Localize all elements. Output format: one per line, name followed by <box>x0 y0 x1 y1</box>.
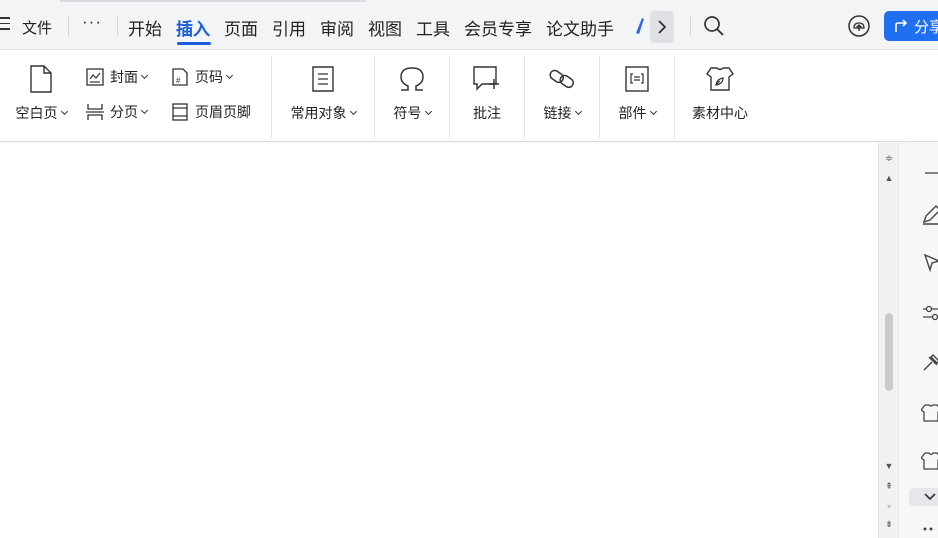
chevron-right-icon <box>658 20 667 34</box>
page-break-icon <box>86 104 104 120</box>
select-browse-object-icon[interactable]: ▫ <box>879 501 899 511</box>
side-panel-collapse-button[interactable] <box>909 488 938 506</box>
scroll-up-arrow-icon[interactable]: ▲ <box>879 173 899 183</box>
tab-review[interactable]: 审阅 <box>320 15 354 40</box>
parts-label: 部件 <box>618 105 647 121</box>
more-dots-icon[interactable] <box>921 525 938 538</box>
divider <box>271 56 272 138</box>
assets-shirt-icon[interactable] <box>920 403 938 423</box>
header-footer-icon <box>172 103 188 121</box>
hamburger-menu-icon[interactable] <box>0 17 10 31</box>
blank-page-icon <box>29 64 53 94</box>
edit-pen-icon[interactable] <box>921 205 938 225</box>
common-objects-label: 常用对象 <box>290 105 347 121</box>
share-label: 分享 <box>914 18 938 36</box>
assets-icon <box>705 64 735 94</box>
blank-page-button[interactable]: 空白页 <box>8 50 74 142</box>
assets-center-button[interactable]: 素材中心 <box>683 50 757 142</box>
file-menu[interactable]: 文件 <box>22 17 52 38</box>
omega-icon <box>398 64 426 94</box>
chevron-down-icon[interactable] <box>349 107 357 116</box>
vertical-scrollbar[interactable]: ≑ ▲ ▼ ⇞ ▫ ⇟ <box>878 143 898 538</box>
more-icon[interactable]: ··· <box>82 12 102 32</box>
chevron-down-icon[interactable] <box>424 107 432 116</box>
tab-references[interactable]: 引用 <box>272 15 306 40</box>
list-icon <box>312 64 334 94</box>
page-break-label: 分页 <box>110 104 138 120</box>
cover-icon <box>86 68 104 86</box>
chevron-down-icon[interactable] <box>60 107 68 116</box>
blank-page-label: 空白页 <box>15 105 58 121</box>
comment-icon <box>472 64 502 94</box>
divider <box>674 56 675 138</box>
pen-icon[interactable] <box>636 18 644 34</box>
tab-thesis-assistant[interactable]: 论文助手 <box>546 15 614 40</box>
parts-button[interactable]: 部件 <box>608 50 666 142</box>
divider <box>449 56 450 138</box>
tab-tools[interactable]: 工具 <box>416 15 450 40</box>
cover-label: 封面 <box>110 69 138 85</box>
share-icon <box>895 19 908 32</box>
wps-writer-window: 文件 ··· 开始 插入 页面 引用 审阅 视图 工具 会员专享 论文助手 分享 <box>0 0 938 538</box>
tab-page[interactable]: 页面 <box>224 15 258 40</box>
page-number-label: 页码 <box>195 69 223 85</box>
previous-page-icon[interactable]: ⇞ <box>879 481 899 491</box>
comment-label: 批注 <box>473 105 501 121</box>
cover-button[interactable]: 封面 <box>86 66 149 88</box>
search-icon[interactable] <box>703 15 725 37</box>
chevron-down-icon[interactable] <box>140 106 149 115</box>
divider <box>68 16 69 36</box>
document-canvas[interactable] <box>0 143 878 538</box>
scroll-down-arrow-icon[interactable]: ▼ <box>879 461 899 471</box>
tab-home[interactable]: 开始 <box>128 15 162 40</box>
header-footer-label: 页眉页脚 <box>195 104 251 120</box>
divider <box>690 16 691 36</box>
link-button[interactable]: 链接 <box>533 50 591 142</box>
share-button[interactable]: 分享 <box>884 11 938 41</box>
page-number-button[interactable]: # 页码 <box>171 66 234 88</box>
divider <box>374 56 375 138</box>
active-tab-indicator <box>177 42 211 45</box>
menu-tab-bar: 文件 ··· 开始 插入 页面 引用 审阅 视图 工具 会员专享 论文助手 分享 <box>0 0 938 50</box>
right-side-toolbar <box>898 143 938 538</box>
page-break-button[interactable]: 分页 <box>86 101 149 123</box>
scrollbar-thumb[interactable] <box>885 313 893 391</box>
minus-icon[interactable] <box>921 163 938 183</box>
page-number-icon: # <box>172 68 188 86</box>
divider <box>117 16 118 36</box>
comment-button[interactable]: 批注 <box>458 50 516 142</box>
parts-icon <box>625 64 649 94</box>
tab-insert[interactable]: 插入 <box>176 15 210 40</box>
insert-ribbon: 空白页 封面 分页 # 页码 页眉页脚 常用对象 符号 批注 链接 部件 素材中… <box>0 50 938 142</box>
document-tab-strip <box>60 0 366 2</box>
tab-view[interactable]: 视图 <box>368 15 402 40</box>
chevron-down-icon[interactable] <box>140 71 149 80</box>
chevron-down-icon[interactable] <box>225 71 234 80</box>
split-handle-icon[interactable]: ≑ <box>879 153 899 163</box>
common-objects-button[interactable]: 常用对象 <box>282 50 364 142</box>
chevron-down-icon <box>924 493 936 501</box>
symbol-button[interactable]: 符号 <box>383 50 441 142</box>
symbol-label: 符号 <box>393 105 422 121</box>
link-label: 链接 <box>543 105 572 121</box>
svg-text:#: # <box>176 76 181 85</box>
next-page-icon[interactable]: ⇟ <box>879 519 899 529</box>
header-footer-button[interactable]: 页眉页脚 <box>171 101 251 123</box>
select-cursor-icon[interactable] <box>921 253 938 273</box>
adjust-sliders-icon[interactable] <box>921 303 938 323</box>
tab-member[interactable]: 会员专享 <box>464 15 532 40</box>
divider <box>599 56 600 138</box>
link-icon <box>547 64 577 94</box>
shirt-icon[interactable] <box>920 451 938 471</box>
chevron-down-icon[interactable] <box>574 107 582 116</box>
tab-scroll-right-button[interactable] <box>650 11 674 43</box>
chevron-down-icon[interactable] <box>649 107 657 116</box>
cloud-upload-icon[interactable] <box>847 15 871 37</box>
tools-icon[interactable] <box>921 353 938 373</box>
assets-label: 素材中心 <box>692 105 748 121</box>
divider <box>524 56 525 138</box>
